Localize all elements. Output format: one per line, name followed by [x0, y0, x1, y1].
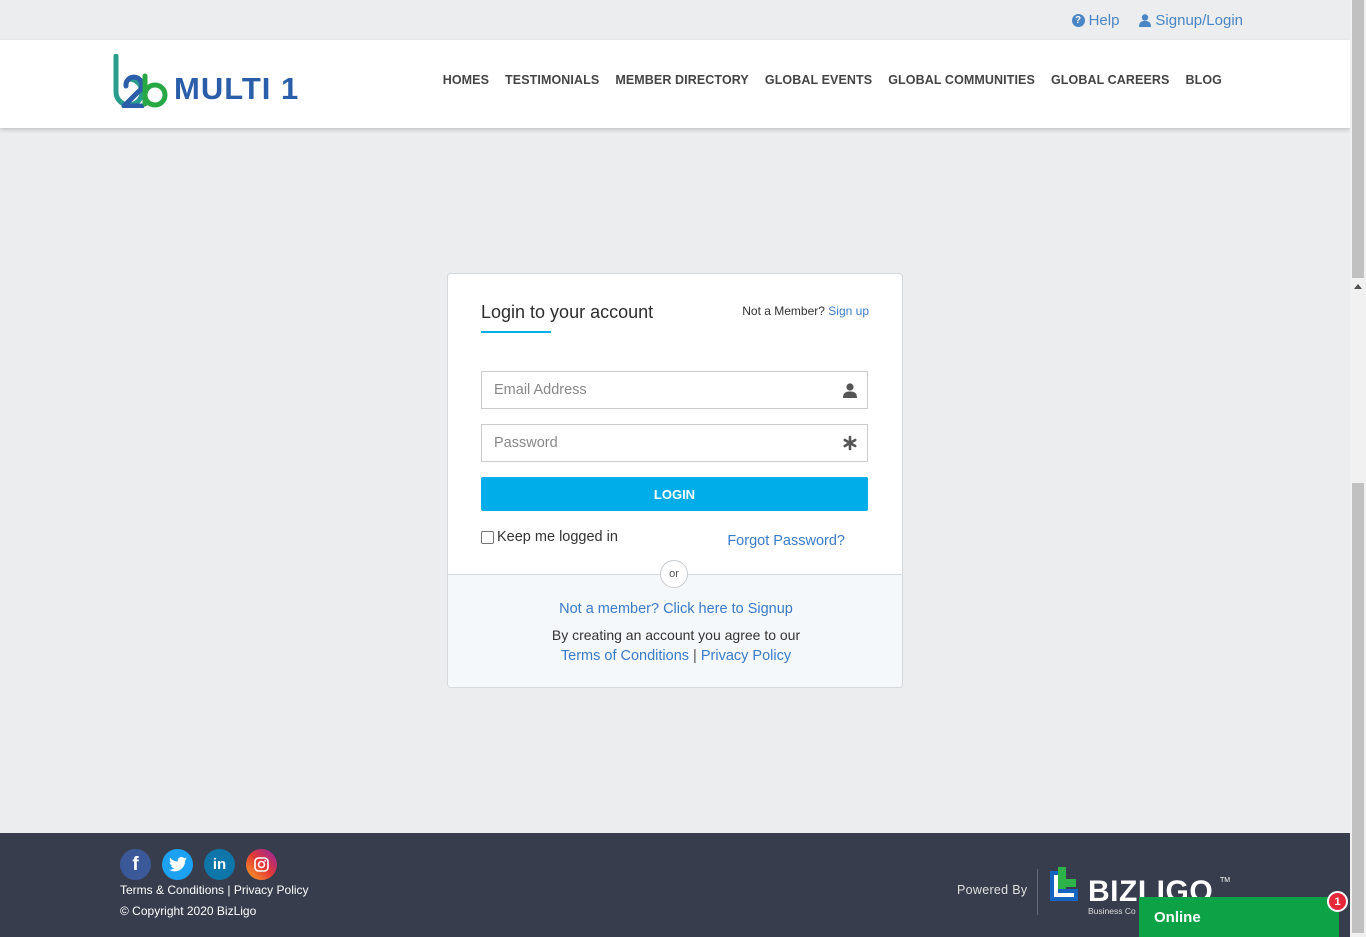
top-utility-bar: ? Help Signup/Login — [0, 0, 1350, 40]
top-links: ? Help Signup/Login — [1071, 12, 1243, 29]
chat-status-label: Online — [1154, 909, 1201, 926]
site-logo[interactable]: MULTI 1 — [112, 54, 299, 108]
not-member-text: Not a Member? — [742, 304, 825, 318]
nav-item-testimonials[interactable]: TESTIMONIALS — [505, 73, 599, 87]
terms-of-conditions-link[interactable]: Terms of Conditions — [561, 648, 689, 664]
login-button[interactable]: LOGIN — [481, 477, 868, 511]
social-links: f in — [120, 849, 277, 880]
agree-text: By creating an account you agree to our — [551, 627, 801, 643]
or-divider-badge: or — [660, 560, 688, 588]
linkedin-icon[interactable]: in — [204, 849, 235, 880]
online-chat-widget[interactable]: Online — [1139, 897, 1339, 937]
facebook-icon[interactable]: f — [120, 849, 151, 880]
asterisk-icon — [843, 435, 857, 451]
email-input[interactable] — [482, 372, 867, 408]
scroll-up-arrow-icon[interactable] — [1354, 284, 1362, 289]
site-header: MULTI 1 HOMES TESTIMONIALS MEMBER DIRECT… — [0, 40, 1350, 128]
forgot-password-link[interactable]: Forgot Password? — [727, 533, 845, 549]
card-footer: Not a member? Click here to Signup By cr… — [448, 574, 902, 687]
email-field[interactable] — [481, 371, 868, 409]
footer-separator: | — [224, 883, 234, 897]
nav-item-blog[interactable]: BLOG — [1185, 73, 1222, 87]
title-underline — [481, 331, 551, 333]
user-icon — [1139, 14, 1152, 27]
b2b-logo-mark — [113, 54, 168, 108]
twitter-bird-glyph — [168, 857, 187, 872]
keep-logged-in: Keep me logged in — [481, 529, 618, 545]
footer-divider — [1037, 869, 1038, 915]
password-field[interactable] — [481, 424, 868, 462]
scrollbar-thumb-lower[interactable] — [1352, 483, 1364, 933]
nav-item-homes[interactable]: HOMES — [443, 73, 489, 87]
instagram-camera-glyph — [254, 857, 269, 872]
scrollbar-thumb-upper[interactable] — [1352, 0, 1364, 278]
terms-separator: | — [693, 648, 697, 664]
terms-row: Terms of Conditions | Privacy Policy — [448, 648, 902, 664]
powered-by-label: Powered By — [957, 883, 1028, 897]
footer-links: Terms & Conditions | Privacy Policy — [120, 883, 309, 897]
nav-item-global-communities[interactable]: GLOBAL COMMUNITIES — [888, 73, 1035, 87]
signup-cta-link[interactable]: Not a member? Click here to Signup — [448, 601, 902, 617]
help-link[interactable]: ? Help — [1071, 12, 1120, 29]
page-scrollbar[interactable] — [1350, 0, 1366, 937]
login-title: Login to your account — [481, 302, 654, 322]
user-icon — [843, 383, 857, 398]
footer-terms-link[interactable]: Terms & Conditions — [120, 883, 224, 897]
bizligo-mark-icon — [1050, 867, 1078, 901]
sign-up-link[interactable]: Sign up — [828, 304, 869, 318]
copyright-text: © Copyright 2020 BizLigo — [120, 904, 257, 918]
chat-notification-badge[interactable]: 1 — [1327, 891, 1348, 912]
instagram-icon[interactable] — [246, 849, 277, 880]
question-circle-icon: ? — [1071, 14, 1085, 27]
footer-privacy-link[interactable]: Privacy Policy — [234, 883, 309, 897]
bizligo-tagline: Business Co — [1088, 906, 1136, 916]
nav-item-global-careers[interactable]: GLOBAL CAREERS — [1051, 73, 1170, 87]
signup-login-link[interactable]: Signup/Login — [1139, 12, 1243, 29]
help-label: Help — [1088, 12, 1120, 29]
keep-logged-in-label[interactable]: Keep me logged in — [497, 529, 618, 545]
keep-logged-in-checkbox[interactable] — [481, 530, 494, 544]
login-card: Login to your account Not a Member? Sign… — [447, 273, 903, 688]
nav-item-member-directory[interactable]: MEMBER DIRECTORY — [615, 73, 749, 87]
signup-login-label: Signup/Login — [1155, 12, 1243, 29]
main-nav: HOMES TESTIMONIALS MEMBER DIRECTORY GLOB… — [443, 73, 1222, 87]
bizligo-tm: TM — [1220, 877, 1231, 884]
privacy-policy-link[interactable]: Privacy Policy — [701, 648, 791, 664]
not-member-prompt: Not a Member? Sign up — [742, 304, 869, 318]
nav-item-global-events[interactable]: GLOBAL EVENTS — [765, 73, 872, 87]
password-input[interactable] — [482, 425, 867, 461]
logo-text: MULTI 1 — [174, 71, 300, 106]
twitter-icon[interactable] — [162, 849, 193, 880]
